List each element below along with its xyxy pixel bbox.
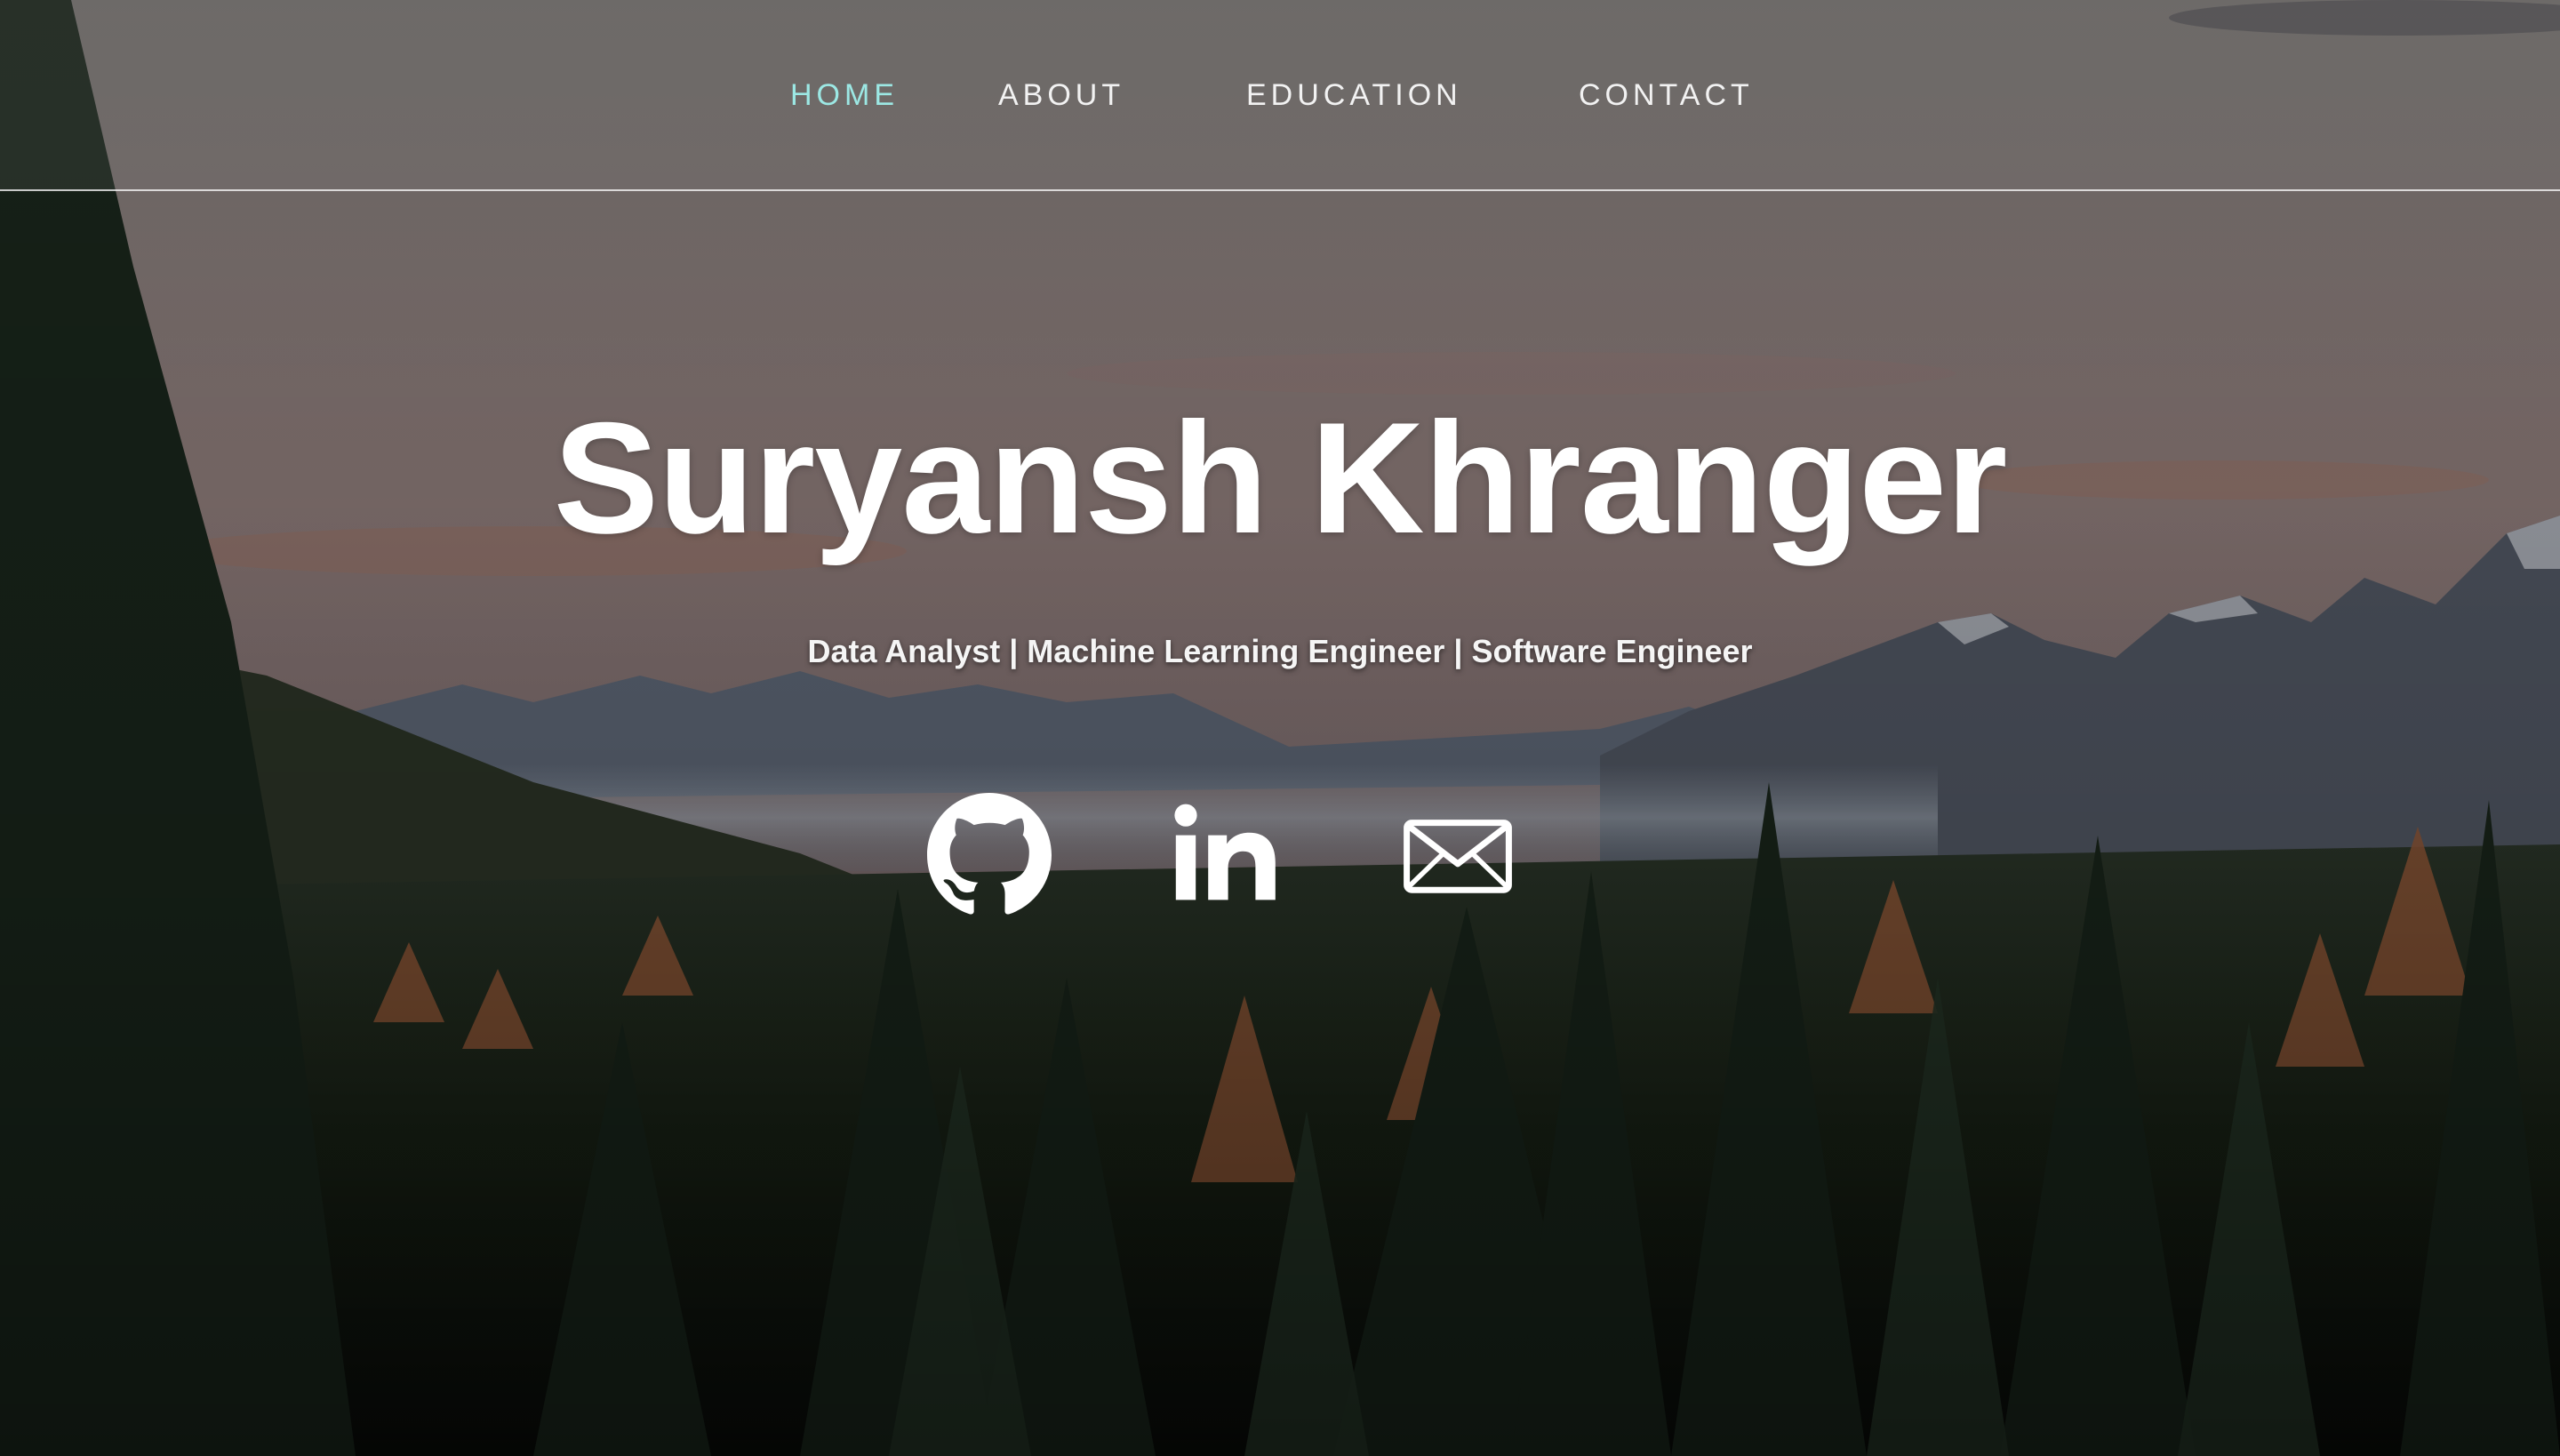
- top-navbar: HOME ABOUT EDUCATION CONTACT: [0, 0, 2560, 191]
- envelope-icon: [1404, 820, 1512, 893]
- email-link[interactable]: [1396, 793, 1520, 917]
- linkedin-link[interactable]: [1161, 793, 1285, 917]
- hero-tagline: Data Analyst | Machine Learning Engineer…: [807, 633, 1753, 669]
- hero-name-heading: Suryansh Khranger: [553, 389, 2008, 566]
- linkedin-icon: [1174, 804, 1276, 900]
- github-link[interactable]: [927, 793, 1052, 917]
- page: HOME ABOUT EDUCATION CONTACT Suryansh Kh…: [0, 0, 2560, 1456]
- github-icon: [927, 793, 1052, 915]
- nav-link-home[interactable]: HOME: [790, 78, 899, 113]
- nav-link-education[interactable]: EDUCATION: [1246, 78, 1462, 113]
- nav-link-contact[interactable]: CONTACT: [1579, 78, 1754, 113]
- background-dim-overlay: [0, 0, 2560, 1456]
- nav-link-about[interactable]: ABOUT: [998, 78, 1124, 113]
